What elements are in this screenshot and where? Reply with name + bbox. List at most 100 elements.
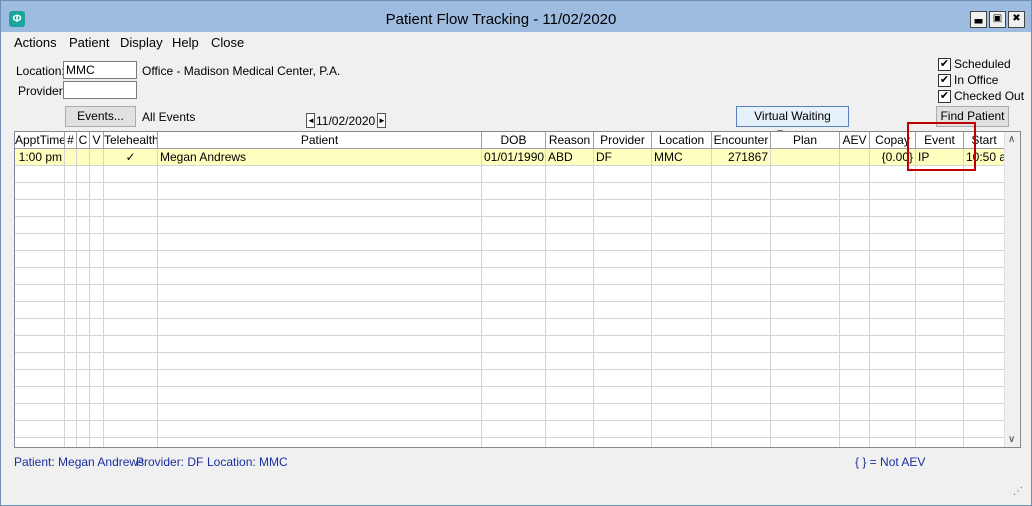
cell-telehealth	[104, 234, 158, 251]
checkbox-box[interactable]: ✔	[938, 74, 951, 87]
table-row[interactable]	[15, 183, 1005, 200]
menu-close[interactable]: Close	[211, 35, 244, 50]
cell-v	[90, 268, 104, 285]
cell-event	[916, 217, 964, 234]
table-row[interactable]	[15, 421, 1005, 438]
cell-encounter	[712, 200, 771, 217]
cell-event	[916, 200, 964, 217]
table-row[interactable]	[15, 353, 1005, 370]
column-header-plan[interactable]: Plan	[771, 132, 840, 149]
cell-appt-time	[15, 421, 65, 438]
scroll-down-icon[interactable]: ∨	[1008, 434, 1015, 445]
provider-input[interactable]	[63, 81, 137, 99]
vertical-scrollbar[interactable]: ∧ ∨	[1004, 132, 1020, 447]
scroll-up-icon[interactable]: ∧	[1008, 134, 1015, 145]
table-row[interactable]	[15, 404, 1005, 421]
checkbox-box[interactable]: ✔	[938, 58, 951, 71]
cell-location	[652, 217, 712, 234]
cell-encounter	[712, 336, 771, 353]
table-row[interactable]	[15, 387, 1005, 404]
next-date-button[interactable]: ►	[377, 113, 386, 128]
location-input[interactable]: MMC	[63, 61, 137, 79]
cell-event	[916, 268, 964, 285]
cell-start	[964, 353, 1005, 370]
minimize-button[interactable]: ▃	[970, 11, 987, 28]
cell-encounter	[712, 268, 771, 285]
events-button[interactable]: Events...	[65, 106, 136, 127]
cell-telehealth	[104, 183, 158, 200]
table-row[interactable]	[15, 319, 1005, 336]
cell-num	[65, 336, 77, 353]
cell-plan	[771, 370, 840, 387]
maximize-button[interactable]: ▣	[989, 11, 1006, 28]
column-header-reason[interactable]: Reason	[546, 132, 594, 149]
column-header-encounter[interactable]: Encounter	[712, 132, 771, 149]
cell-reason	[546, 285, 594, 302]
table-row[interactable]	[15, 336, 1005, 353]
date-field[interactable]: 11/02/2020	[316, 114, 375, 128]
table-row[interactable]	[15, 285, 1005, 302]
table-row[interactable]	[15, 370, 1005, 387]
menu-help[interactable]: Help	[172, 35, 199, 50]
cell-reason	[546, 217, 594, 234]
column-header-v[interactable]: V	[90, 132, 104, 149]
cell-dob	[482, 251, 546, 268]
cell-location	[652, 421, 712, 438]
column-header-location[interactable]: Location	[652, 132, 712, 149]
table-row[interactable]	[15, 200, 1005, 217]
resize-grip-icon[interactable]: ⋰	[1013, 486, 1023, 497]
cell-start	[964, 217, 1005, 234]
checkbox-label: Scheduled	[954, 57, 1011, 71]
cell-c	[77, 404, 90, 421]
cell-event	[916, 370, 964, 387]
column-header-num[interactable]: #	[65, 132, 77, 149]
column-header-telehealth[interactable]: Telehealth	[104, 132, 158, 149]
cell-aev	[840, 251, 870, 268]
column-header-appt-time[interactable]: ApptTime	[15, 132, 65, 149]
prev-date-button[interactable]: ◄	[306, 113, 315, 128]
menu-patient[interactable]: Patient	[69, 35, 109, 50]
table-row[interactable]	[15, 438, 1005, 447]
cell-encounter	[712, 387, 771, 404]
table-row[interactable]	[15, 251, 1005, 268]
column-header-dob[interactable]: DOB	[482, 132, 546, 149]
cell-dob	[482, 421, 546, 438]
cell-event	[916, 285, 964, 302]
cell-provider	[594, 438, 652, 447]
cell-reason	[546, 370, 594, 387]
cell-plan	[771, 183, 840, 200]
cell-event	[916, 302, 964, 319]
table-row[interactable]	[15, 268, 1005, 285]
event-column-highlight	[907, 122, 976, 171]
cell-telehealth	[104, 353, 158, 370]
menu-display[interactable]: Display	[120, 35, 163, 50]
cell-appt-time	[15, 353, 65, 370]
table-row[interactable]	[15, 166, 1005, 183]
column-header-patient[interactable]: Patient	[158, 132, 482, 149]
cell-event	[916, 404, 964, 421]
table-row[interactable]	[15, 302, 1005, 319]
column-header-provider[interactable]: Provider	[594, 132, 652, 149]
cell-appt-time	[15, 285, 65, 302]
column-header-aev[interactable]: AEV	[840, 132, 870, 149]
cell-plan	[771, 302, 840, 319]
column-header-c[interactable]: C	[77, 132, 90, 149]
checkbox-box[interactable]: ✔	[938, 90, 951, 103]
cell-event	[916, 319, 964, 336]
cell-aev	[840, 353, 870, 370]
cell-plan	[771, 217, 840, 234]
cell-provider	[594, 268, 652, 285]
cell-num	[65, 234, 77, 251]
table-row[interactable]	[15, 217, 1005, 234]
cell-telehealth	[104, 370, 158, 387]
table-row[interactable]	[15, 234, 1005, 251]
table-row[interactable]: 1:00 pm ✓ Megan Andrews 01/01/1990 ABD DF MMC 2…	[15, 149, 1005, 166]
cell-plan	[771, 438, 840, 447]
cell-provider	[594, 336, 652, 353]
cell-dob	[482, 319, 546, 336]
virtual-waiting-room-button[interactable]: Virtual Waiting Room	[736, 106, 849, 142]
close-window-button[interactable]: ✖	[1008, 11, 1025, 28]
menu-actions[interactable]: Actions	[14, 35, 57, 50]
cell-provider	[594, 404, 652, 421]
cell-dob	[482, 234, 546, 251]
